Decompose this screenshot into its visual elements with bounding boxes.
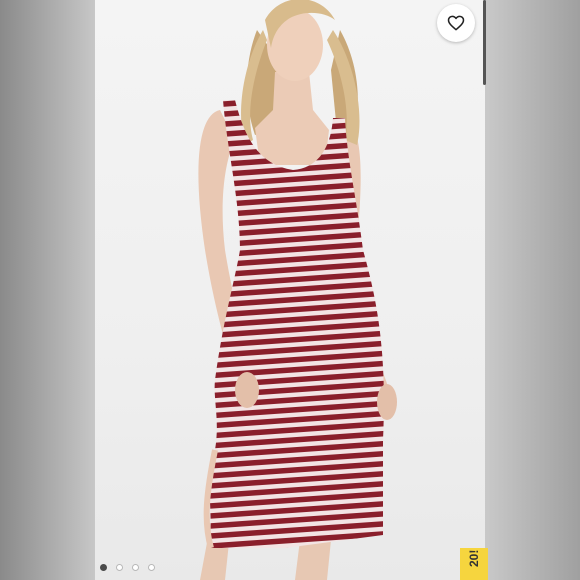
model-illustration bbox=[198, 0, 397, 580]
promo-badge-text: 20! bbox=[467, 549, 481, 567]
scrollbar[interactable] bbox=[483, 0, 486, 85]
background-blur-right bbox=[485, 0, 580, 580]
promo-badge: 20! bbox=[460, 548, 488, 580]
carousel-dot-1[interactable] bbox=[100, 564, 107, 571]
carousel-indicators bbox=[100, 564, 155, 571]
favorite-button[interactable] bbox=[437, 4, 475, 42]
background-blur-left bbox=[0, 0, 95, 580]
product-photo[interactable] bbox=[95, 0, 485, 580]
carousel-dot-3[interactable] bbox=[132, 564, 139, 571]
carousel-dot-2[interactable] bbox=[116, 564, 123, 571]
carousel-dot-4[interactable] bbox=[148, 564, 155, 571]
image-viewer[interactable]: 20! bbox=[0, 0, 580, 580]
heart-outline-icon bbox=[447, 15, 465, 31]
